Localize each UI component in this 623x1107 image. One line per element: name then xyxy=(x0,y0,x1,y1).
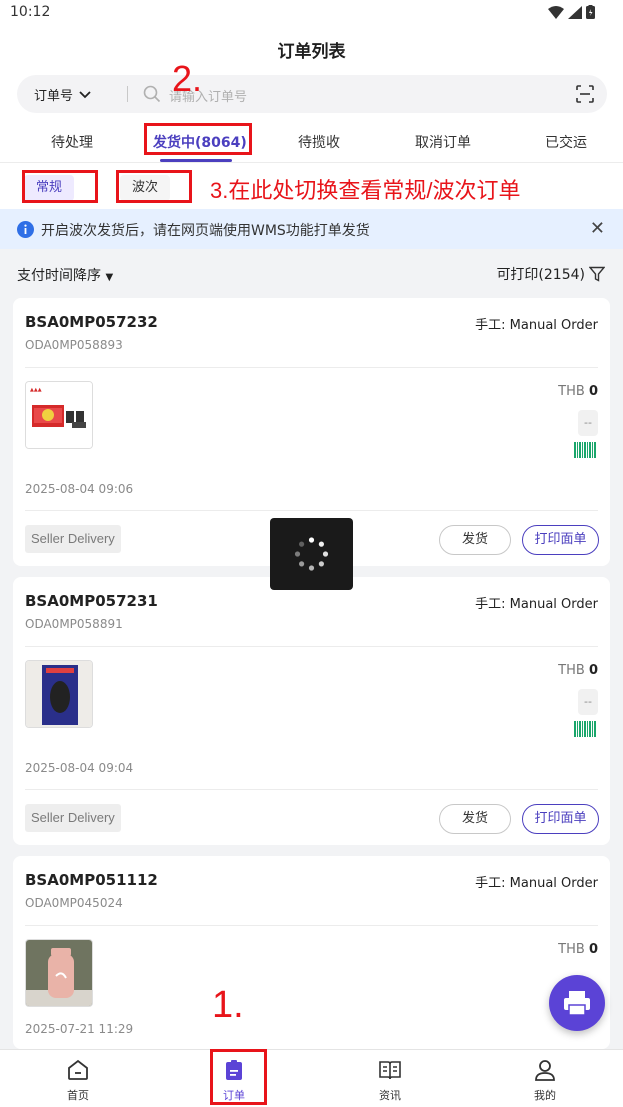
sort-dropdown[interactable]: 支付时间降序 ▼ xyxy=(17,265,113,285)
page-title: 订单列表 xyxy=(277,42,346,62)
order-number: BSA0MP057231 xyxy=(25,592,158,610)
ship-button[interactable]: 发货 xyxy=(439,525,511,555)
placeholder-dash: -- xyxy=(578,410,598,436)
notice-text: 开启波次发货后，请在网页端使用WMS功能打单发货 xyxy=(41,223,370,239)
tab-cancelled[interactable]: 取消订单 xyxy=(415,132,471,152)
signal-icon xyxy=(568,5,582,19)
printable-filter[interactable]: 可打印(2154) xyxy=(496,264,605,284)
computer-mouse-box-product-image[interactable] xyxy=(25,660,93,728)
loading-spinner xyxy=(270,518,353,590)
sort-label: 支付时间降序 xyxy=(17,268,101,284)
order-card[interactable]: BSA0MP057231 ODA0MP058891 手工: Manual Ord… xyxy=(13,577,610,845)
status-bar: 10:12 xyxy=(0,0,623,26)
annotation-step-3: 3.在此处切换查看常规/波次订单 xyxy=(210,178,521,203)
order-card[interactable]: BSA0MP051112 ODA0MP045024 手工: Manual Ord… xyxy=(13,856,610,1049)
divider xyxy=(25,367,598,368)
divider xyxy=(25,510,598,511)
annotation-box-orders-nav xyxy=(210,1049,267,1105)
status-time: 10:12 xyxy=(10,4,51,20)
wifi-icon xyxy=(548,5,564,19)
printable-count: 可打印(2154) xyxy=(496,267,585,283)
print-label-button[interactable]: 打印面单 xyxy=(522,525,599,555)
bottom-nav: 首页 订单 资讯 我的 xyxy=(0,1049,623,1107)
sub-order-number: ODA0MP045024 xyxy=(25,896,123,910)
search-icon xyxy=(143,85,161,103)
filter-icon xyxy=(589,266,605,282)
sub-order-number: ODA0MP058893 xyxy=(25,338,123,352)
sub-order-number: ODA0MP058891 xyxy=(25,617,123,631)
print-label-button[interactable]: 打印面单 xyxy=(522,804,599,834)
annotation-box-wave xyxy=(116,170,192,203)
pink-bottle-product-image[interactable] xyxy=(25,939,93,1007)
info-icon xyxy=(17,221,34,238)
red-gift-box-product-image[interactable]: ▲▲▲ xyxy=(25,381,93,449)
order-date: 2025-08-04 09:04 xyxy=(25,761,134,775)
order-amount: THB 0 xyxy=(558,942,598,957)
caret-down-icon: ▼ xyxy=(105,272,114,283)
nav-home-label: 首页 xyxy=(67,1089,89,1102)
order-amount: THB 0 xyxy=(558,663,598,678)
order-date: 2025-07-21 11:29 xyxy=(25,1022,134,1036)
scan-icon[interactable] xyxy=(575,84,595,104)
search-bar[interactable]: 订单号 请输入订单号 xyxy=(17,75,607,113)
delivery-type-tag: Seller Delivery xyxy=(25,525,121,553)
divider xyxy=(25,789,598,790)
printer-icon xyxy=(564,991,590,1016)
order-date: 2025-08-04 09:06 xyxy=(25,482,134,496)
print-fab-button[interactable] xyxy=(549,975,605,1031)
nav-profile-label: 我的 xyxy=(534,1089,556,1102)
delivery-type-tag: Seller Delivery xyxy=(25,804,121,832)
order-source: 手工: Manual Order xyxy=(475,318,598,333)
tab-pending[interactable]: 待处理 xyxy=(51,132,93,152)
annotation-box-normal xyxy=(22,170,98,203)
barcode-icon xyxy=(574,442,596,458)
order-status-tabs: 待处理 发货中(8064) 待揽收 取消订单 已交运 xyxy=(0,126,623,162)
spinner-icon xyxy=(294,537,329,571)
svg-text:▲▲▲: ▲▲▲ xyxy=(30,387,42,393)
annotation-box-tab xyxy=(144,123,252,155)
nav-profile[interactable]: 我的 xyxy=(505,1058,585,1103)
nav-news-label: 资讯 xyxy=(379,1089,401,1102)
book-icon xyxy=(379,1061,401,1080)
search-filter-dropdown[interactable]: 订单号 xyxy=(34,85,91,104)
nav-home[interactable]: 首页 xyxy=(38,1058,118,1103)
order-source: 手工: Manual Order xyxy=(475,597,598,612)
page-header: 订单列表 订单号 请输入订单号 待处理 发货中(8064) 待揽收 取消订单 已… xyxy=(0,26,623,162)
tab-awaiting-pickup[interactable]: 待揽收 xyxy=(298,132,340,152)
home-icon xyxy=(68,1059,88,1080)
nav-news[interactable]: 资讯 xyxy=(350,1058,430,1103)
status-icons xyxy=(548,5,595,19)
sort-bar: 支付时间降序 ▼ 可打印(2154) xyxy=(0,258,623,290)
divider xyxy=(25,925,598,926)
wave-notice-banner: 开启波次发货后，请在网页端使用WMS功能打单发货 ✕ xyxy=(0,209,623,249)
search-divider xyxy=(127,86,128,102)
battery-icon xyxy=(586,5,595,19)
search-filter-label: 订单号 xyxy=(34,89,74,104)
order-amount: THB 0 xyxy=(558,384,598,399)
order-number: BSA0MP057232 xyxy=(25,313,158,331)
annotation-step-1: 1. xyxy=(212,984,244,1026)
ship-button[interactable]: 发货 xyxy=(439,804,511,834)
user-icon xyxy=(535,1060,555,1081)
tab-delivered[interactable]: 已交运 xyxy=(545,132,587,152)
chevron-down-icon xyxy=(79,90,91,98)
annotation-step-2: 2. xyxy=(172,58,203,99)
divider xyxy=(25,646,598,647)
barcode-icon xyxy=(574,721,596,737)
order-source: 手工: Manual Order xyxy=(475,876,598,891)
close-icon[interactable]: ✕ xyxy=(590,218,605,239)
order-number: BSA0MP051112 xyxy=(25,871,158,889)
placeholder-dash: -- xyxy=(578,689,598,715)
